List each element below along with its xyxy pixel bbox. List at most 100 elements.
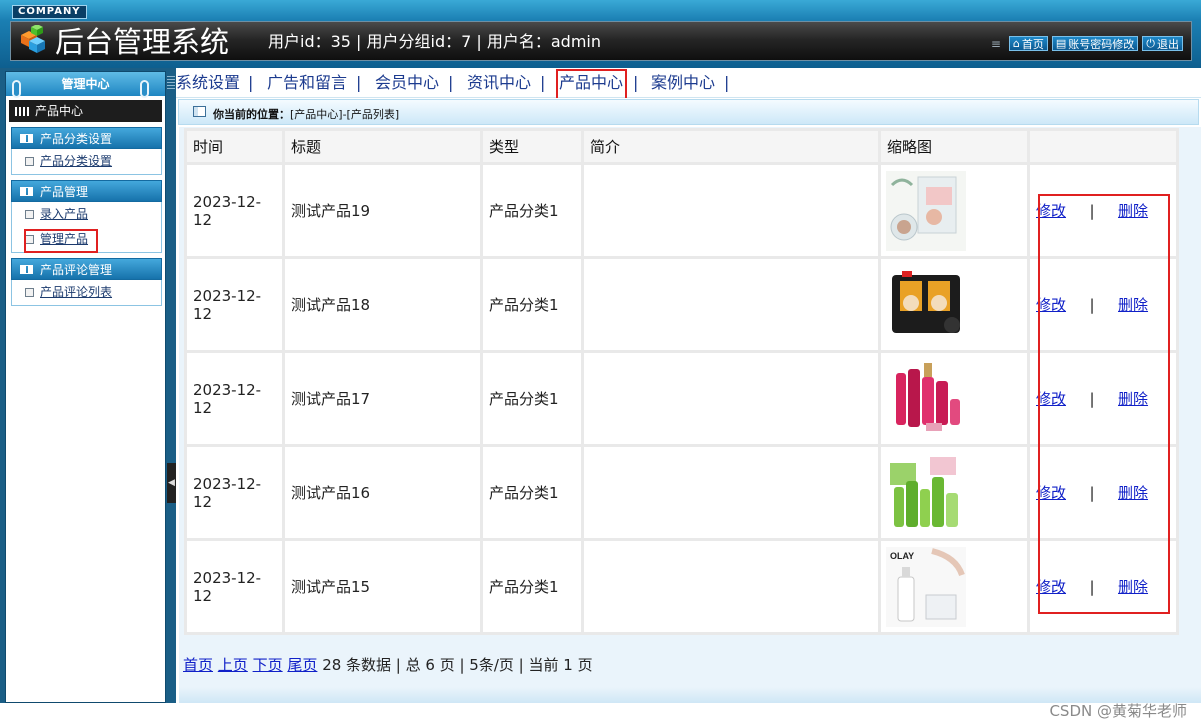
group-title: 产品评论管理 bbox=[40, 263, 113, 277]
prev-page-link[interactable]: 上页 bbox=[218, 656, 248, 674]
sidebar-item-manage-product[interactable]: 管理产品 bbox=[12, 227, 161, 252]
cell-thumb bbox=[881, 165, 1027, 256]
date-line: 12 bbox=[193, 586, 213, 605]
collapse-arrow-icon[interactable]: ◀ bbox=[167, 463, 176, 503]
tab-cases[interactable]: 案例中心 bbox=[651, 73, 715, 93]
bottom-strip bbox=[179, 687, 1201, 703]
date-line: 2023-12- bbox=[193, 380, 262, 399]
tab-news[interactable]: 资讯中心 bbox=[467, 73, 531, 93]
edit-link[interactable]: 修改 bbox=[1036, 296, 1066, 314]
sidebar-panel: 管理中心 产品中心 产品分类设置 产品分类设置 产品管理 录入产品 管理产品 产… bbox=[5, 71, 166, 703]
power-icon: ⏻ bbox=[1146, 36, 1155, 50]
nav-separator: | bbox=[633, 73, 639, 92]
book-icon bbox=[20, 265, 33, 274]
sidebar-group-comments: 产品评论管理 产品评论列表 bbox=[11, 258, 162, 306]
page-icon bbox=[25, 210, 34, 219]
sidebar-group-header[interactable]: 产品管理 bbox=[11, 180, 162, 202]
change-password-button[interactable]: ▤ 账号密码修改 bbox=[1051, 36, 1139, 51]
group-title: 产品分类设置 bbox=[40, 132, 113, 146]
sidebar-item-add-product[interactable]: 录入产品 bbox=[12, 202, 161, 227]
edit-link[interactable]: 修改 bbox=[1036, 390, 1066, 408]
cell-intro bbox=[584, 541, 878, 632]
sidebar-item-comment-list[interactable]: 产品评论列表 bbox=[12, 280, 161, 305]
action-separator: | bbox=[1089, 202, 1095, 220]
action-separator: | bbox=[1089, 578, 1095, 596]
cell-title: 测试产品18 bbox=[285, 259, 480, 350]
table-row: 2023-12- 12 测试产品19 产品分类1 修改 | 删除 bbox=[187, 165, 1176, 256]
cell-actions: 修改 | 删除 bbox=[1030, 353, 1176, 444]
tab-system-settings[interactable]: 系统设置 bbox=[176, 73, 240, 93]
table-row: 2023-12- 12 测试产品18 产品分类1 修改 | 删除 bbox=[187, 259, 1176, 350]
group-title: 产品管理 bbox=[40, 185, 89, 199]
cell-date: 2023-12- 12 bbox=[187, 541, 282, 632]
delete-link[interactable]: 删除 bbox=[1118, 202, 1148, 220]
cell-title: 测试产品15 bbox=[285, 541, 480, 632]
col-header-type: 类型 bbox=[483, 131, 581, 162]
home-button-label: 首页 bbox=[1021, 37, 1044, 51]
table-row: 2023-12- 12 测试产品15 产品分类1 OLAY 修改 | 删除 bbox=[187, 541, 1176, 632]
tab-ads-messages[interactable]: 广告和留言 bbox=[267, 73, 347, 93]
col-header-time: 时间 bbox=[187, 131, 282, 162]
sidebar-item-category-settings[interactable]: 产品分类设置 bbox=[12, 149, 161, 174]
date-line: 2023-12- bbox=[193, 474, 262, 493]
sidebar-group-header[interactable]: 产品分类设置 bbox=[11, 127, 162, 149]
col-header-intro: 简介 bbox=[584, 131, 878, 162]
cell-intro bbox=[584, 447, 878, 538]
page-icon bbox=[25, 288, 34, 297]
pagination: 首页 上页 下页 尾页 28 条数据 | 总 6 页 | 5条/页 | 当前 1… bbox=[183, 654, 593, 675]
cell-type: 产品分类1 bbox=[483, 259, 581, 350]
first-page-link[interactable]: 首页 bbox=[183, 656, 213, 674]
cell-type: 产品分类1 bbox=[483, 447, 581, 538]
cubes-logo-icon bbox=[21, 25, 45, 53]
cell-title: 测试产品17 bbox=[285, 353, 480, 444]
form-icon: ▤ bbox=[1055, 37, 1067, 50]
pager-summary: 28 条数据 | 总 6 页 | 5条/页 | 当前 1 页 bbox=[322, 656, 593, 674]
last-page-link[interactable]: 尾页 bbox=[287, 656, 317, 674]
user-info: 用户id：35 | 用户分组id：7 | 用户名：admin bbox=[268, 32, 602, 51]
sidebar-group-body: 录入产品 管理产品 bbox=[11, 202, 162, 253]
breadcrumb-label: 你当前的位置： bbox=[213, 108, 290, 121]
sidebar-link[interactable]: 录入产品 bbox=[40, 207, 88, 221]
change-password-label: 账号密码修改 bbox=[1068, 37, 1135, 51]
logout-button[interactable]: ⏻ 退出 bbox=[1142, 36, 1183, 51]
cell-type: 产品分类1 bbox=[483, 541, 581, 632]
sidebar-group-header[interactable]: 产品评论管理 bbox=[11, 258, 162, 280]
edit-link[interactable]: 修改 bbox=[1036, 202, 1066, 220]
cell-intro bbox=[584, 165, 878, 256]
date-line: 12 bbox=[193, 304, 213, 323]
delete-link[interactable]: 删除 bbox=[1118, 390, 1148, 408]
next-page-link[interactable]: 下页 bbox=[253, 656, 283, 674]
cell-actions: 修改 | 删除 bbox=[1030, 447, 1176, 538]
home-button[interactable]: ⌂ 首页 bbox=[1008, 36, 1048, 51]
tab-products[interactable]: 产品中心 bbox=[559, 73, 623, 93]
cell-thumb bbox=[881, 259, 1027, 350]
sidebar-section-title: 产品中心 bbox=[9, 100, 162, 122]
olay-serum-thumbnail: OLAY bbox=[886, 546, 966, 627]
table-header-row: 时间 标题 类型 简介 缩略图 bbox=[187, 131, 1176, 162]
delete-link[interactable]: 删除 bbox=[1118, 484, 1148, 502]
sidebar-link[interactable]: 管理产品 bbox=[40, 232, 88, 246]
main-panel: 你当前的位置：[产品中心]-[产品列表] 时间 标题 类型 简介 缩略图 202… bbox=[176, 98, 1201, 720]
red-cosmetics-set-thumbnail bbox=[886, 358, 966, 439]
col-header-title: 标题 bbox=[285, 131, 480, 162]
sidebar-link[interactable]: 产品评论列表 bbox=[40, 285, 112, 299]
app-title: 后台管理系统 bbox=[55, 25, 230, 59]
nav-separator: | bbox=[724, 73, 730, 92]
edit-link[interactable]: 修改 bbox=[1036, 484, 1066, 502]
cell-date: 2023-12- 12 bbox=[187, 447, 282, 538]
col-header-thumb: 缩略图 bbox=[881, 131, 1027, 162]
sidebar-splitter[interactable] bbox=[167, 68, 176, 703]
delete-link[interactable]: 删除 bbox=[1118, 578, 1148, 596]
window-icon bbox=[193, 106, 206, 117]
date-line: 2023-12- bbox=[193, 568, 262, 587]
sidebar-group-category: 产品分类设置 产品分类设置 bbox=[11, 127, 162, 175]
delete-link[interactable]: 删除 bbox=[1118, 296, 1148, 314]
content-area: 时间 标题 类型 简介 缩略图 2023-12-12 测试产品19 产品分类1 bbox=[179, 127, 1201, 720]
tab-members[interactable]: 会员中心 bbox=[375, 73, 439, 93]
cell-type: 产品分类1 bbox=[483, 353, 581, 444]
sidebar-link[interactable]: 产品分类设置 bbox=[40, 154, 112, 168]
cell-date: 2023-12- 12 bbox=[187, 165, 282, 256]
edit-link[interactable]: 修改 bbox=[1036, 578, 1066, 596]
clip-icon bbox=[140, 80, 149, 98]
black-mask-pack-thumbnail bbox=[886, 264, 966, 345]
